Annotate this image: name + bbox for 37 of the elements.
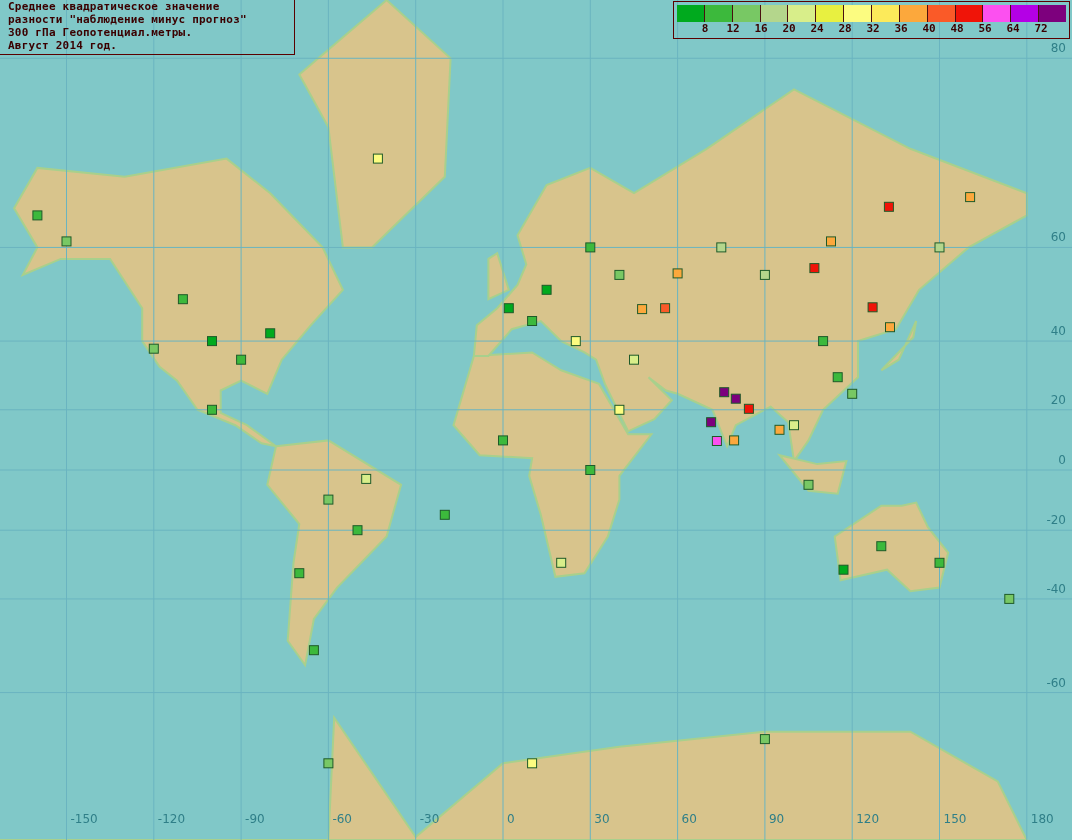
- legend-label: 64: [1005, 22, 1021, 36]
- latitude-label: -20: [1046, 513, 1066, 528]
- latitude-label: -60: [1046, 675, 1066, 690]
- legend-label: 72: [1033, 22, 1049, 36]
- legend-label: 20: [781, 22, 797, 36]
- map-title-line: Среднее квадратическое значение: [8, 0, 221, 13]
- legend-label: 40: [921, 22, 937, 36]
- map-title-line: Август 2014 год.: [8, 39, 119, 52]
- longitude-label: 90: [768, 812, 785, 826]
- longitude-label: 0: [507, 812, 515, 826]
- latitude-label: -40: [1046, 581, 1066, 596]
- longitude-label: 30: [594, 812, 610, 826]
- map-title-line: 300 гПа Геопотенциал.метры.: [8, 26, 194, 39]
- latitude-label: 60: [1050, 230, 1066, 245]
- latitude-label: 20: [1050, 392, 1066, 407]
- longitude-label: -120: [157, 812, 186, 826]
- latitude-label: 40: [1050, 324, 1066, 339]
- legend-label: 12: [725, 22, 741, 36]
- longitude-label: -150: [70, 812, 98, 826]
- longitude-label: -30: [419, 812, 440, 826]
- map-title-line: разности "наблюдение минус прогноз": [8, 13, 248, 26]
- legend-label: 24: [809, 22, 825, 36]
- legend-label: 36: [893, 22, 909, 36]
- longitude-label: -90: [245, 812, 265, 826]
- longitude-label: 150: [943, 812, 967, 826]
- longitude-label: 120: [856, 812, 880, 826]
- longitude-label: 60: [681, 812, 697, 826]
- legend-label: 32: [865, 22, 881, 36]
- legend-label: 56: [977, 22, 993, 36]
- legend-label: 48: [949, 22, 965, 36]
- longitude-label: -60: [332, 812, 352, 826]
- latitude-label: 0: [1058, 453, 1066, 467]
- legend-label: 8: [700, 22, 710, 36]
- legend-label: 28: [837, 22, 853, 36]
- legend-label: 16: [753, 22, 769, 36]
- longitude-label: 180: [1030, 812, 1054, 826]
- latitude-label: 80: [1050, 41, 1066, 56]
